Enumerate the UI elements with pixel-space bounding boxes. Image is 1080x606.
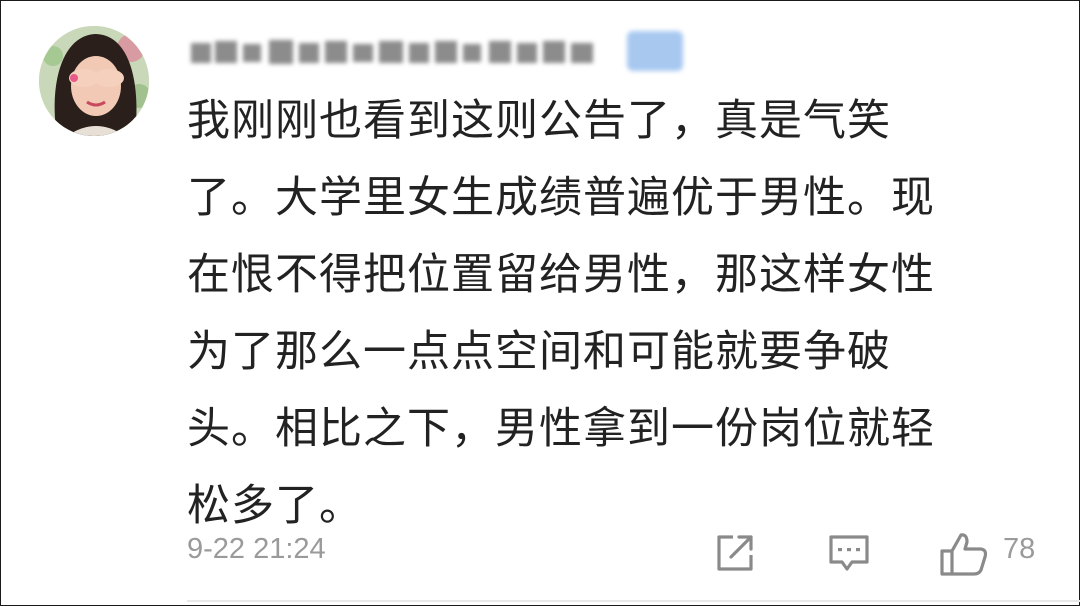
comment-footer: 9-22 21:24 78	[187, 531, 1047, 577]
share-button[interactable]	[713, 531, 757, 575]
like-count: 78	[1003, 533, 1036, 565]
vip-badge	[627, 31, 683, 71]
avatar-image	[39, 26, 149, 136]
comment-card: 我刚刚也看到这则公告了，真是气笑 了。大学里女生成绩普遍优于男性。现 在恨不得把…	[0, 0, 1080, 606]
thumbs-up-icon	[940, 533, 988, 576]
divider	[187, 600, 1080, 602]
like-button[interactable]: 78	[939, 531, 1049, 577]
share-icon	[717, 535, 753, 571]
username-redacted[interactable]	[191, 31, 611, 73]
reply-button[interactable]	[827, 531, 871, 575]
avatar[interactable]	[39, 26, 149, 136]
redacted-username-blocks	[191, 40, 593, 64]
comment-icon	[829, 535, 869, 571]
timestamp: 9-22 21:24	[187, 533, 326, 565]
comment-text: 我刚刚也看到这则公告了，真是气笑 了。大学里女生成绩普遍优于男性。现 在恨不得把…	[187, 96, 935, 531]
